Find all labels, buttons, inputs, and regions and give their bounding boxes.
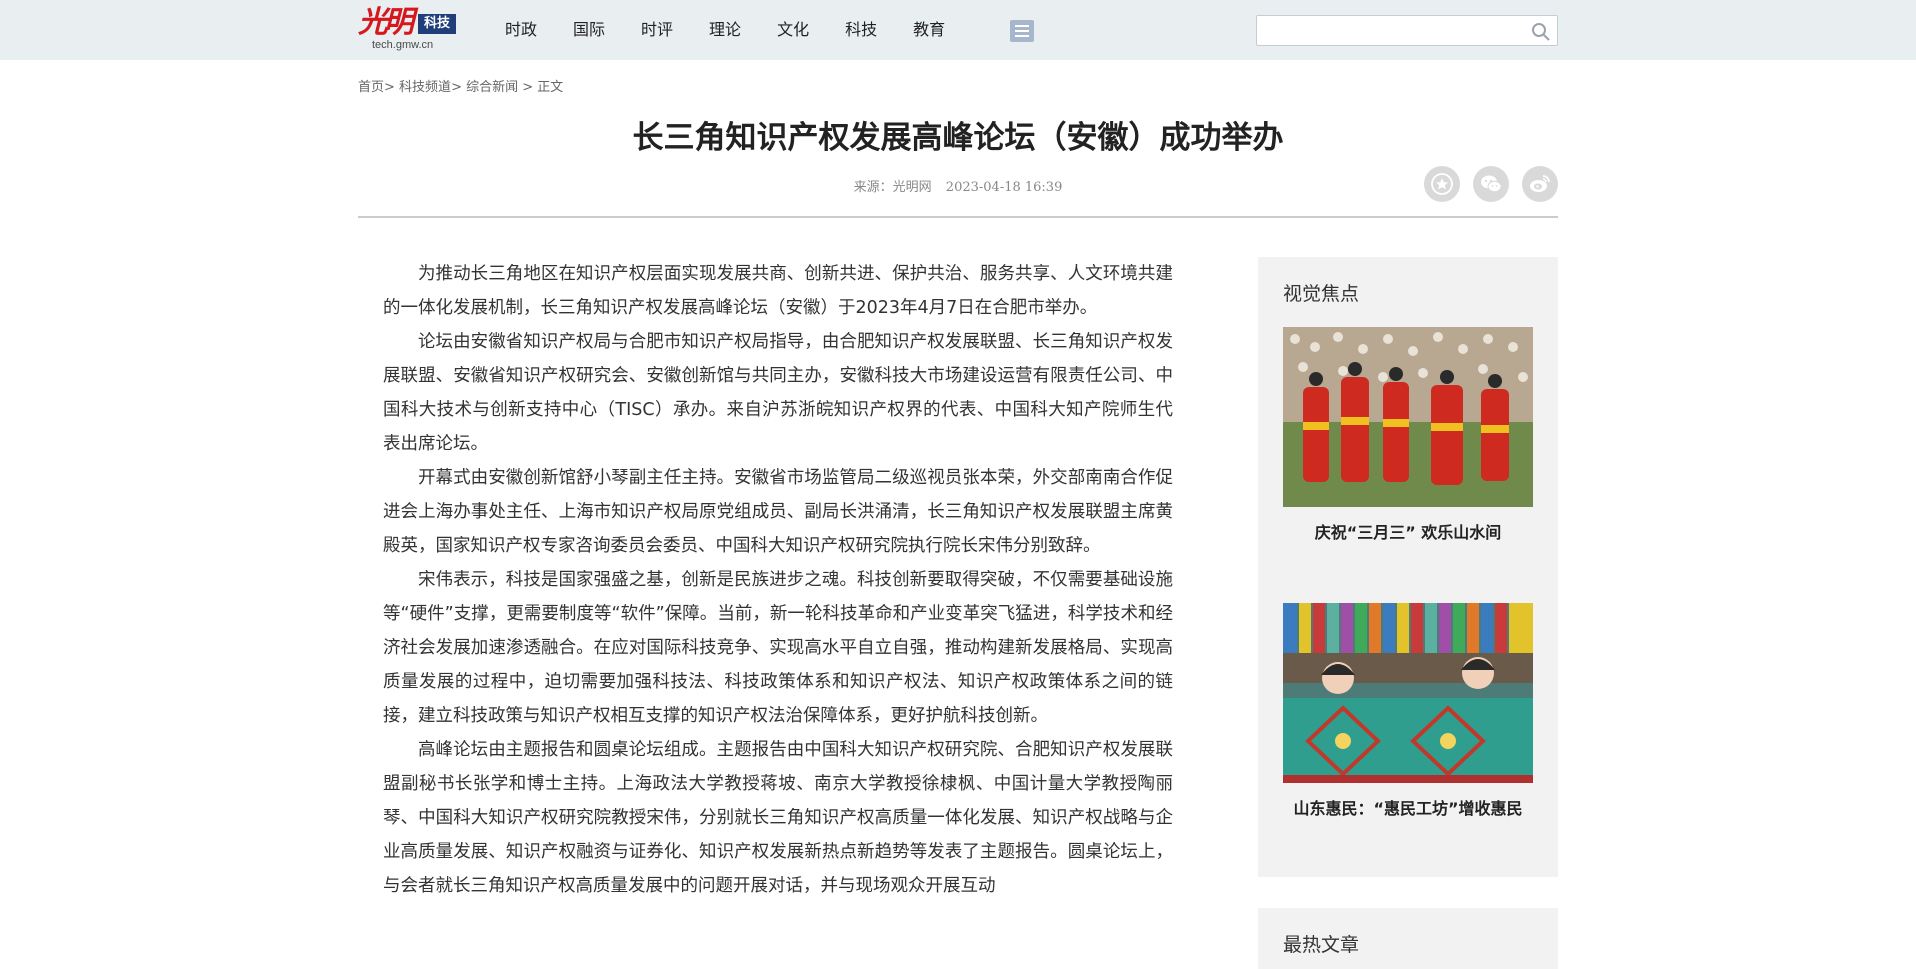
article-body: 为推动长三角地区在知识产权层面实现发展共商、创新共进、保护共治、服务共享、人文环…	[383, 257, 1173, 903]
search-icon[interactable]	[1531, 22, 1551, 42]
search-box	[1256, 15, 1558, 46]
nav-item-lilun[interactable]: 理论	[709, 18, 741, 42]
weibo-icon	[1530, 175, 1550, 192]
carpet-weaving-photo[interactable]	[1283, 603, 1533, 783]
article-paragraph: 论坛由安徽省知识产权局与合肥市知识产权局指导，由合肥知识产权发展联盟、长三角知识…	[383, 332, 1173, 454]
article-paragraph: 为推动长三角地区在知识产权层面实现发展共商、创新共进、保护共治、服务共享、人文环…	[383, 264, 1173, 318]
site-logo[interactable]: 光明 科技 tech.gmw.cn	[358, 6, 458, 52]
breadcrumb-home[interactable]: 首页	[358, 80, 384, 95]
search-input[interactable]	[1263, 20, 1513, 41]
article-title: 长三角知识产权发展高峰论坛（安徽）成功举办	[632, 120, 1284, 156]
top-navigation-bar: 光明 科技 tech.gmw.cn 时政 国际 时评 理论 文化 科技 教育	[0, 0, 1916, 60]
focus-card[interactable]: 山东惠民：“惠民工坊”增收惠民	[1283, 603, 1533, 819]
nav-item-jiaoyu[interactable]: 教育	[913, 18, 945, 42]
article-paragraph: 高峰论坛由主题报告和圆桌论坛组成。主题报告由中国科大知识产权研究院、合肥知识产权…	[383, 740, 1173, 896]
nav-item-wenhua[interactable]: 文化	[777, 18, 809, 42]
nav-item-keji[interactable]: 科技	[845, 18, 877, 42]
article-source: 来源：光明网	[853, 180, 932, 195]
hot-articles-panel: 最热文章	[1258, 908, 1558, 969]
favorite-button[interactable]	[1424, 166, 1460, 202]
wechat-icon	[1481, 175, 1502, 193]
star-icon	[1431, 173, 1453, 195]
festival-photo[interactable]	[1283, 327, 1533, 507]
breadcrumb-current: 正文	[537, 80, 564, 95]
hot-articles-title: 最热文章	[1283, 934, 1360, 956]
title-divider	[358, 216, 1558, 218]
focus-card[interactable]: 庆祝“三月三” 欢乐山水间	[1283, 327, 1533, 543]
wechat-share-button[interactable]	[1473, 166, 1509, 202]
article-datetime: 2023-04-18 16:39	[945, 180, 1063, 195]
breadcrumb-section[interactable]: 综合新闻	[466, 80, 518, 95]
focus-card-caption[interactable]: 庆祝“三月三” 欢乐山水间	[1283, 519, 1533, 543]
main-nav: 时政 国际 时评 理论 文化 科技 教育	[505, 18, 981, 42]
article-paragraph: 宋伟表示，科技是国家强盛之基，创新是民族进步之魂。科技创新要取得突破，不仅需要基…	[383, 570, 1173, 726]
logo-badge: 科技	[418, 14, 456, 34]
logo-brand-text: 光明	[358, 5, 414, 40]
nav-item-shizheng[interactable]: 时政	[505, 18, 537, 42]
focus-card-caption[interactable]: 山东惠民：“惠民工坊”增收惠民	[1283, 795, 1533, 819]
article-paragraph: 开幕式由安徽创新馆舒小琴副主任主持。安徽省市场监管局二级巡视员张本荣，外交部南南…	[383, 468, 1173, 556]
article-meta: 来源：光明网 2023-04-18 16:39	[358, 176, 1558, 195]
breadcrumb: 首页> 科技频道> 综合新闻 > 正文	[358, 80, 564, 95]
menu-icon[interactable]	[1010, 20, 1034, 42]
visual-focus-title: 视觉焦点	[1283, 283, 1360, 305]
breadcrumb-channel[interactable]: 科技频道	[399, 80, 451, 95]
weibo-share-button[interactable]	[1522, 166, 1558, 202]
nav-item-shiping[interactable]: 时评	[641, 18, 673, 42]
visual-focus-panel: 视觉焦点 庆祝“三月三” 欢乐山水间 山东惠民：“惠民工坊”增收惠民	[1258, 257, 1558, 877]
nav-item-guoji[interactable]: 国际	[573, 18, 605, 42]
logo-url: tech.gmw.cn	[372, 39, 434, 51]
